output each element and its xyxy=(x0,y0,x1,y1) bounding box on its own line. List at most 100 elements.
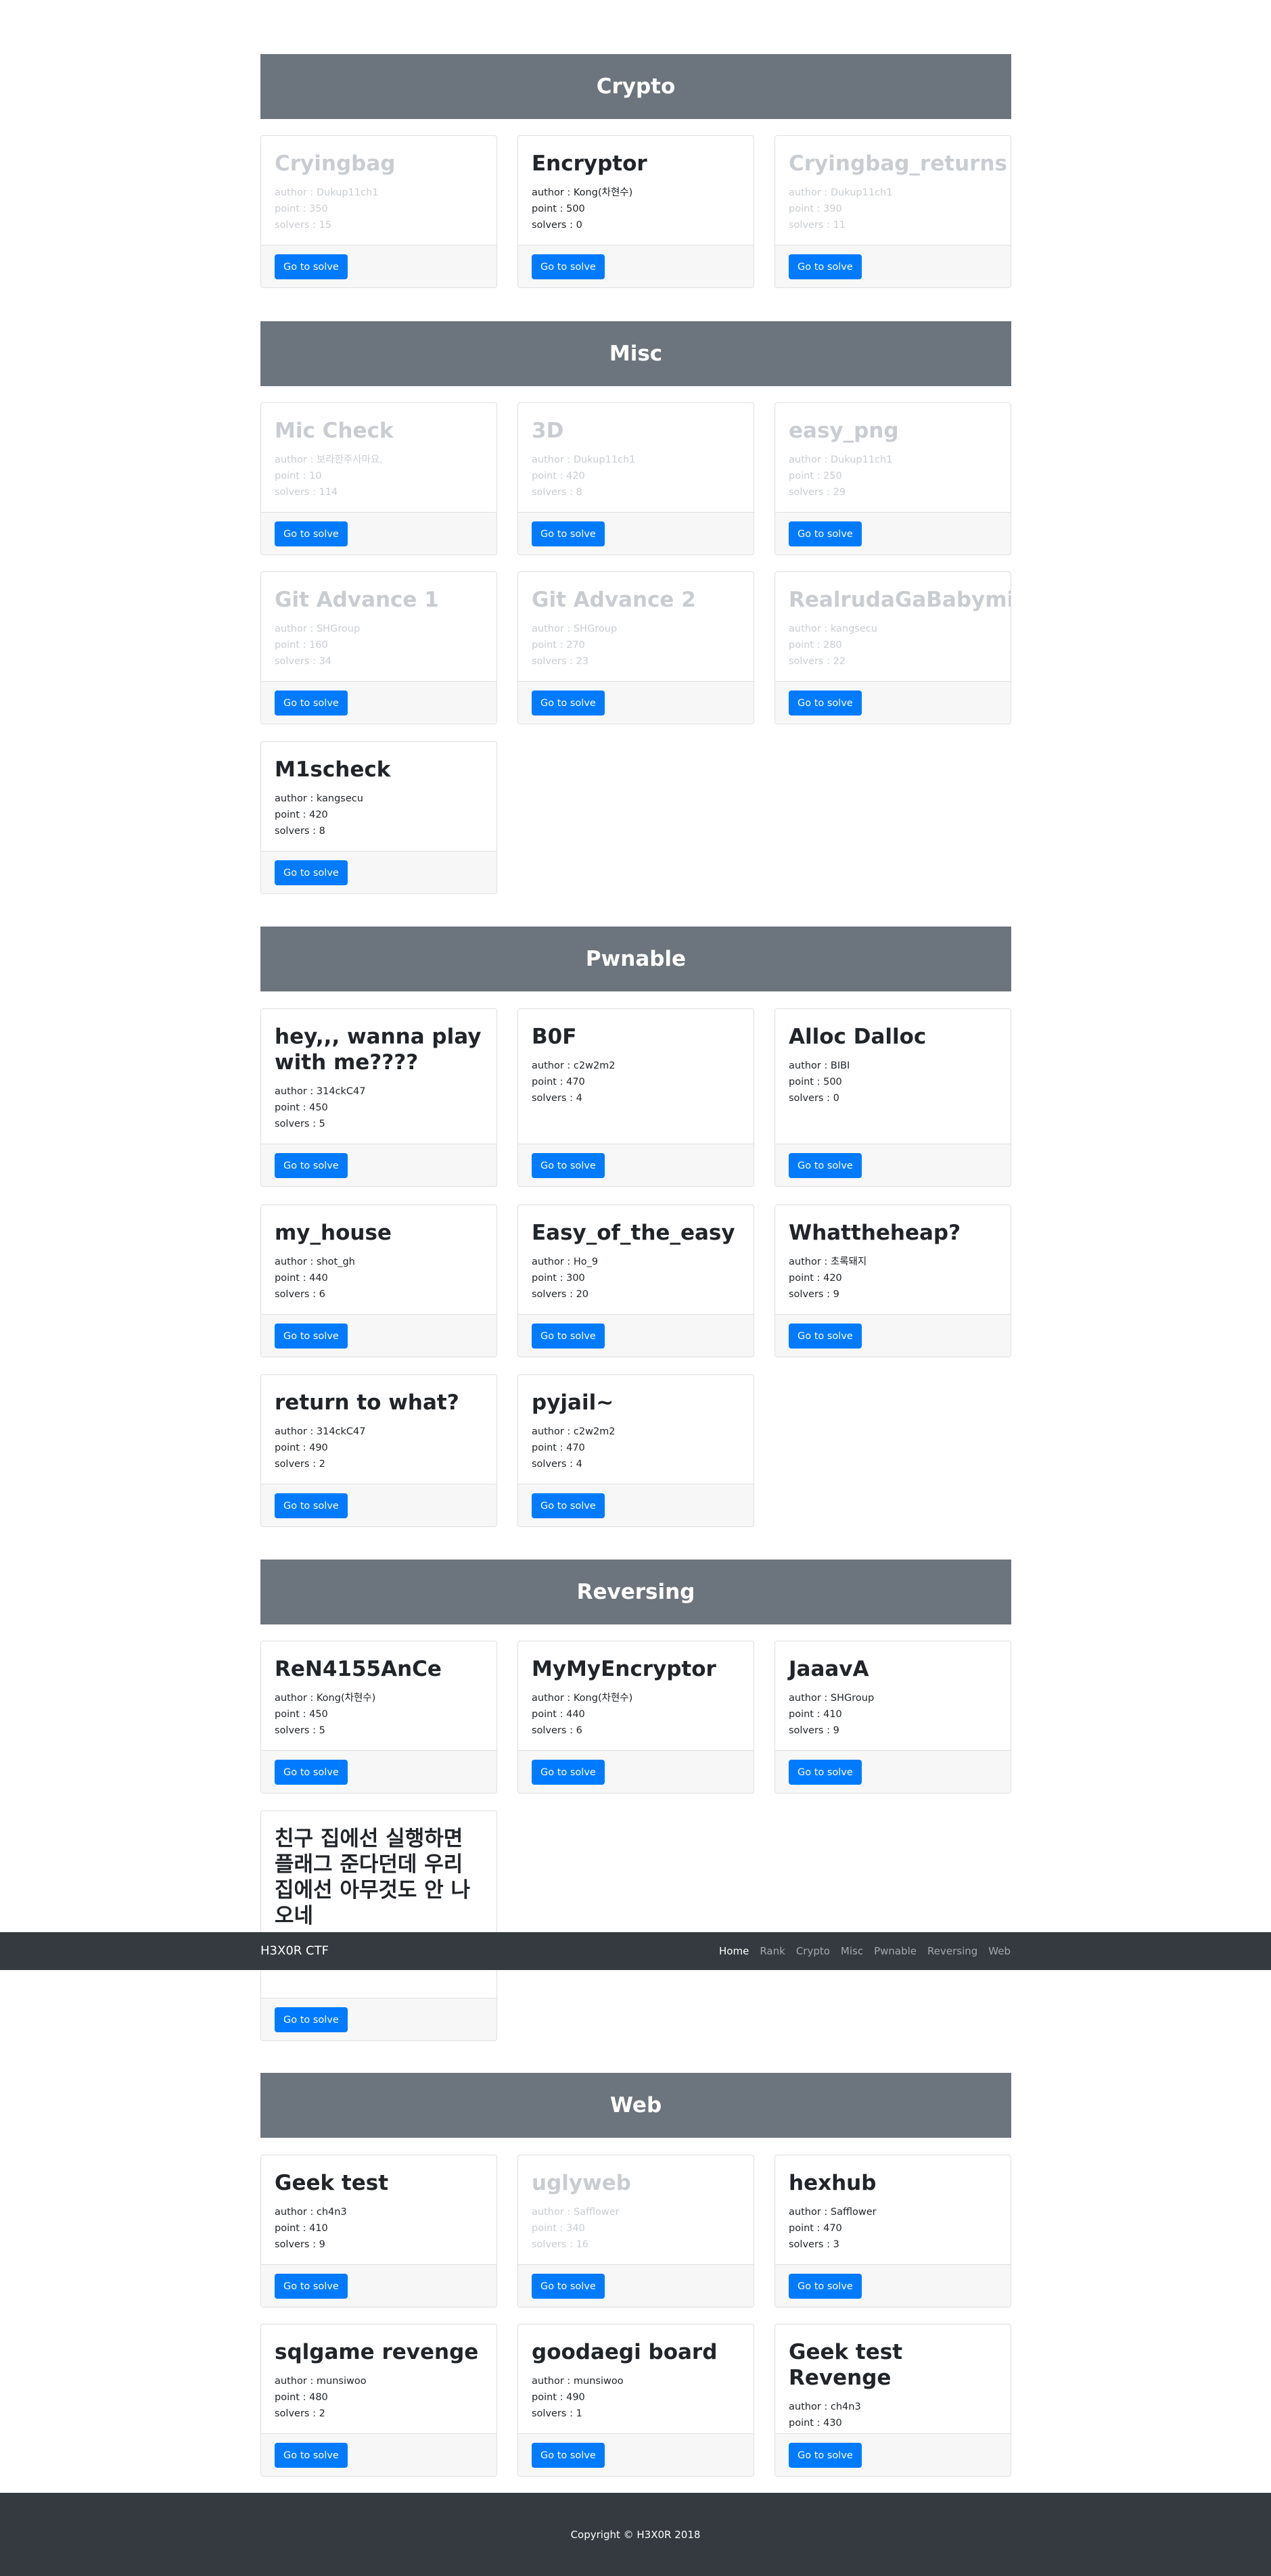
go-to-solve-button[interactable]: Go to solve xyxy=(532,2443,605,2468)
challenge-title: Mic Check xyxy=(275,419,394,443)
challenge-info: author : ch4n3 point : 410 solvers : 9 xyxy=(275,2204,483,2253)
card-footer: Go to solve xyxy=(261,851,496,893)
challenge-card: Alloc Dalloc author : BIBI point : 500 solv… xyxy=(775,1008,1011,1187)
go-to-solve-button[interactable]: Go to solve xyxy=(275,254,348,279)
challenge-card: Cryingbag_returns author : Dukup11ch1 poin… xyxy=(775,135,1011,288)
challenge-card: Whattheheap? author : 초록돼지 point : 420 solv… xyxy=(775,1204,1011,1357)
nav-link-reversing[interactable]: Reversing xyxy=(927,1945,977,1957)
go-to-solve-button[interactable]: Go to solve xyxy=(275,2007,348,2032)
challenge-solvers: solvers : 9 xyxy=(275,2239,325,2250)
go-to-solve-button[interactable]: Go to solve xyxy=(789,254,862,279)
go-to-solve-button[interactable]: Go to solve xyxy=(275,521,348,546)
challenge-point: point : 420 xyxy=(789,1273,842,1284)
go-to-solve-button[interactable]: Go to solve xyxy=(275,1493,348,1518)
challenge-info: author : SHGroup point : 160 solvers : 34 xyxy=(275,621,483,670)
nav-link-rank[interactable]: Rank xyxy=(760,1945,785,1957)
card-footer: Go to solve xyxy=(775,681,1011,724)
go-to-solve-button[interactable]: Go to solve xyxy=(532,1153,605,1178)
challenge-title: hey,,, wanna play with me???? xyxy=(275,1025,482,1075)
challenge-card: Geek test author : ch4n3 point : 410 solver… xyxy=(260,2155,497,2308)
challenge-title: ReN4155AnCe xyxy=(275,1657,442,1681)
challenge-title: Git Advance 1 xyxy=(275,588,439,612)
go-to-solve-button[interactable]: Go to solve xyxy=(275,690,348,716)
challenge-point: point : 500 xyxy=(532,204,585,214)
card-body: hexhub author : Safflower point : 470 solve… xyxy=(775,2155,1011,2253)
card-footer: Go to solve xyxy=(775,1144,1011,1186)
challenge-point: point : 420 xyxy=(532,471,585,482)
card-body: sqlgame revenge author : munsiwoo point : … xyxy=(261,2324,496,2422)
go-to-solve-button[interactable]: Go to solve xyxy=(789,1324,862,1349)
nav-link-crypto[interactable]: Crypto xyxy=(796,1945,830,1957)
challenge-card: RealrudaGaBabymisc author : kangsecu point… xyxy=(775,571,1011,724)
challenge-info: author : 보라한주사마요. point : 10 solvers : 114 xyxy=(275,452,483,500)
go-to-solve-button[interactable]: Go to solve xyxy=(532,254,605,279)
challenge-point: point : 470 xyxy=(532,1077,585,1087)
challenge-point: point : 270 xyxy=(532,640,585,651)
challenge-title: 3D xyxy=(532,419,564,443)
challenge-author: author : Dukup11ch1 xyxy=(532,454,636,465)
challenge-author: author : Dukup11ch1 xyxy=(789,454,893,465)
challenge-author: author : ch4n3 xyxy=(275,2207,347,2218)
go-to-solve-button[interactable]: Go to solve xyxy=(275,1153,348,1178)
challenge-point: point : 340 xyxy=(532,2223,585,2234)
challenge-point: point : 300 xyxy=(532,1273,585,1284)
go-to-solve-button[interactable]: Go to solve xyxy=(275,860,348,885)
card-footer: Go to solve xyxy=(261,681,496,724)
card-body: goodaegi board author : munsiwoo point : 4… xyxy=(518,2324,754,2422)
card-footer: Go to solve xyxy=(775,512,1011,555)
challenge-solvers: solvers : 9 xyxy=(789,1289,839,1300)
go-to-solve-button[interactable]: Go to solve xyxy=(532,1493,605,1518)
go-to-solve-button[interactable]: Go to solve xyxy=(275,2274,348,2299)
challenge-info: author : Dukup11ch1 point : 250 solvers : … xyxy=(789,452,997,500)
go-to-solve-button[interactable]: Go to solve xyxy=(275,1324,348,1349)
go-to-solve-button[interactable]: Go to solve xyxy=(789,1760,862,1785)
go-to-solve-button[interactable]: Go to solve xyxy=(532,690,605,716)
challenge-info: author : Safflower point : 470 solvers : 3 xyxy=(789,2204,997,2253)
go-to-solve-button[interactable]: Go to solve xyxy=(789,521,862,546)
challenge-info: author : shot_gh point : 440 solvers : 6 xyxy=(275,1254,483,1303)
challenge-point: point : 250 xyxy=(789,471,842,482)
challenge-solvers: solvers : 6 xyxy=(532,1725,582,1736)
card-footer: Go to solve xyxy=(518,681,754,724)
challenge-solvers: solvers : 0 xyxy=(532,220,582,231)
go-to-solve-button[interactable]: Go to solve xyxy=(789,690,862,716)
card-body: my_house author : shot_gh point : 440 solve… xyxy=(261,1205,496,1303)
nav-link-home[interactable]: Home xyxy=(719,1945,749,1957)
go-to-solve-button[interactable]: Go to solve xyxy=(275,1760,348,1785)
challenge-title: sqlgame revenge xyxy=(275,2340,479,2364)
challenge-card: Cryingbag author : Dukup11ch1 point : 350 s… xyxy=(260,135,497,288)
challenge-author: author : Dukup11ch1 xyxy=(275,187,379,198)
nav-link-web[interactable]: Web xyxy=(988,1945,1011,1957)
card-footer: Go to solve xyxy=(518,2433,754,2476)
challenge-author: author : SHGroup xyxy=(789,1693,875,1704)
nav-link-pwnable[interactable]: Pwnable xyxy=(874,1945,917,1957)
challenge-solvers: solvers : 8 xyxy=(275,826,325,837)
go-to-solve-button[interactable]: Go to solve xyxy=(275,2443,348,2468)
nav-link-misc[interactable]: Misc xyxy=(841,1945,863,1957)
card-footer: Go to solve xyxy=(261,245,496,287)
challenge-info: author : Ho_9 point : 300 solvers : 20 xyxy=(532,1254,740,1303)
go-to-solve-button[interactable]: Go to solve xyxy=(532,1324,605,1349)
challenge-point: point : 490 xyxy=(275,1443,328,1453)
card-footer: Go to solve xyxy=(261,1314,496,1357)
go-to-solve-button[interactable]: Go to solve xyxy=(789,1153,862,1178)
challenge-solvers: solvers : 6 xyxy=(275,1289,325,1300)
challenge-author: author : SHGroup xyxy=(275,624,361,634)
go-to-solve-button[interactable]: Go to solve xyxy=(789,2274,862,2299)
go-to-solve-button[interactable]: Go to solve xyxy=(532,521,605,546)
challenge-point: point : 470 xyxy=(532,1443,585,1453)
card-footer: Go to solve xyxy=(261,1484,496,1526)
challenge-author: author : 314ckC47 xyxy=(275,1426,366,1437)
challenge-solvers: solvers : 5 xyxy=(275,1119,325,1129)
challenge-info: author : munsiwoo point : 480 solvers : 2 xyxy=(275,2373,483,2422)
navbar-brand[interactable]: H3X0R CTF xyxy=(260,1944,329,1958)
challenge-point: point : 410 xyxy=(275,2223,328,2234)
challenge-info: author : 314ckC47 point : 490 solvers : 2 xyxy=(275,1424,483,1472)
category-header-web: Web xyxy=(260,2073,1011,2138)
challenge-title: Easy_of_the_easy xyxy=(532,1221,735,1245)
go-to-solve-button[interactable]: Go to solve xyxy=(789,2443,862,2468)
go-to-solve-button[interactable]: Go to solve xyxy=(532,2274,605,2299)
go-to-solve-button[interactable]: Go to solve xyxy=(532,1760,605,1785)
challenge-author: author : 314ckC47 xyxy=(275,1086,366,1097)
challenge-card: goodaegi board author : munsiwoo point : 4… xyxy=(517,2324,754,2477)
